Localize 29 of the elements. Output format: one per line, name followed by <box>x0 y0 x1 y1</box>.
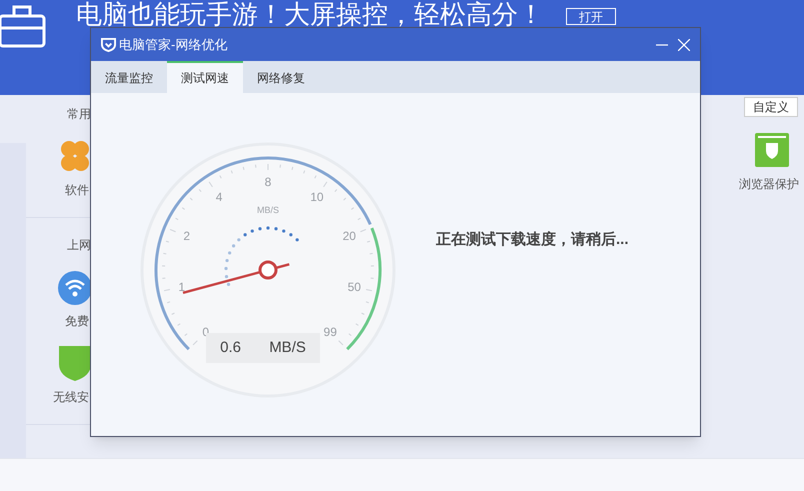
scale-label: 99 <box>324 326 337 338</box>
window-title: 电脑管家-网络优化 <box>119 36 228 54</box>
scale-label: 1 <box>178 281 186 294</box>
scale-label: 10 <box>310 190 324 203</box>
scale-label: 8 <box>264 176 272 188</box>
shield-logo-icon <box>101 37 116 52</box>
speed-value: 0.6 <box>220 338 241 358</box>
scale-label: 4 <box>216 190 222 203</box>
shield-icon <box>57 344 93 382</box>
section-title: 上网 <box>67 237 91 254</box>
unit-label: MB/S <box>257 204 279 217</box>
status-text: 正在测试下载速度，请稍后... <box>436 230 629 250</box>
customize-button[interactable]: 自定义 <box>744 97 798 117</box>
tab[interactable]: 流量监控 <box>91 61 167 93</box>
scale-label: 20 <box>342 230 356 242</box>
speed-unit: MB/S <box>269 338 306 358</box>
section-title: 常用 <box>67 106 91 123</box>
tool-label[interactable]: 软件 <box>65 181 89 199</box>
tool-label[interactable]: 浏览器保护 <box>739 175 799 193</box>
tab[interactable]: 网络修复 <box>243 61 319 93</box>
scale-label: 2 <box>183 230 190 242</box>
open-button[interactable]: 打开 <box>566 8 616 25</box>
scale-label: 50 <box>348 281 361 294</box>
tool-label[interactable]: 免费 <box>65 312 89 330</box>
close-icon[interactable] <box>678 38 690 50</box>
browser-shield-icon <box>755 133 789 167</box>
tab[interactable]: 测试网速 <box>167 61 243 93</box>
banner-headline: 电脑也能玩手游！大屏操控，轻松高分！ <box>76 1 544 27</box>
tool-label[interactable]: 无线安 <box>53 388 89 406</box>
